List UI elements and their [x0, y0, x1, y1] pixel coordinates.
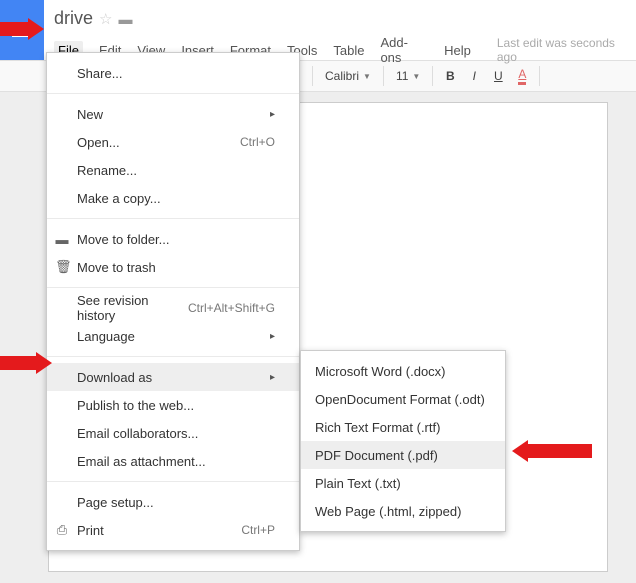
annotation-arrow: [0, 352, 52, 374]
italic-button[interactable]: I: [463, 65, 485, 87]
file-new[interactable]: New▸: [47, 100, 299, 128]
annotation-arrow: [0, 18, 44, 40]
file-move-trash[interactable]: 🗑Move to trash: [47, 253, 299, 281]
download-pdf[interactable]: PDF Document (.pdf): [301, 441, 505, 469]
trash-icon: 🗑: [55, 259, 69, 275]
file-make-copy[interactable]: Make a copy...: [47, 184, 299, 212]
file-download-as[interactable]: Download as▸: [47, 363, 299, 391]
chevron-right-icon: ▸: [270, 331, 275, 342]
download-txt[interactable]: Plain Text (.txt): [301, 469, 505, 497]
menu-help[interactable]: Help: [444, 43, 471, 58]
chevron-down-icon: ▼: [412, 72, 420, 81]
file-rename[interactable]: Rename...: [47, 156, 299, 184]
file-share[interactable]: Share...: [47, 59, 299, 87]
file-open[interactable]: Open...Ctrl+O: [47, 128, 299, 156]
folder-icon[interactable]: ▬: [118, 11, 132, 27]
file-email-collab[interactable]: Email collaborators...: [47, 419, 299, 447]
download-rtf[interactable]: Rich Text Format (.rtf): [301, 413, 505, 441]
menu-table[interactable]: Table: [333, 43, 364, 58]
file-move-folder[interactable]: ▬Move to folder...: [47, 225, 299, 253]
chevron-down-icon: ▼: [363, 72, 371, 81]
file-language[interactable]: Language▸: [47, 322, 299, 350]
last-edit-label: Last edit was seconds ago: [497, 36, 636, 64]
bold-button[interactable]: B: [439, 65, 461, 87]
menu-addons[interactable]: Add-ons: [380, 35, 428, 65]
underline-button[interactable]: U: [487, 65, 509, 87]
chevron-right-icon: ▸: [270, 372, 275, 383]
file-revision[interactable]: See revision historyCtrl+Alt+Shift+G: [47, 294, 299, 322]
font-selector[interactable]: Calibri▼: [319, 69, 377, 83]
annotation-arrow: [512, 440, 592, 462]
download-html[interactable]: Web Page (.html, zipped): [301, 497, 505, 525]
document-title[interactable]: drive: [54, 8, 93, 29]
file-email-attach[interactable]: Email as attachment...: [47, 447, 299, 475]
download-as-submenu: Microsoft Word (.docx) OpenDocument Form…: [300, 350, 506, 532]
folder-icon: ▬: [55, 232, 69, 247]
print-icon: ⎙: [55, 522, 69, 538]
chevron-right-icon: ▸: [270, 109, 275, 120]
file-print[interactable]: ⎙PrintCtrl+P: [47, 516, 299, 544]
download-docx[interactable]: Microsoft Word (.docx): [301, 357, 505, 385]
file-menu-dropdown: Share... New▸ Open...Ctrl+O Rename... Ma…: [46, 52, 300, 551]
file-page-setup[interactable]: Page setup...: [47, 488, 299, 516]
text-color-button[interactable]: A: [511, 65, 533, 87]
font-size-selector[interactable]: 11▼: [390, 69, 426, 83]
star-icon[interactable]: ☆: [99, 10, 112, 28]
download-odt[interactable]: OpenDocument Format (.odt): [301, 385, 505, 413]
file-publish[interactable]: Publish to the web...: [47, 391, 299, 419]
